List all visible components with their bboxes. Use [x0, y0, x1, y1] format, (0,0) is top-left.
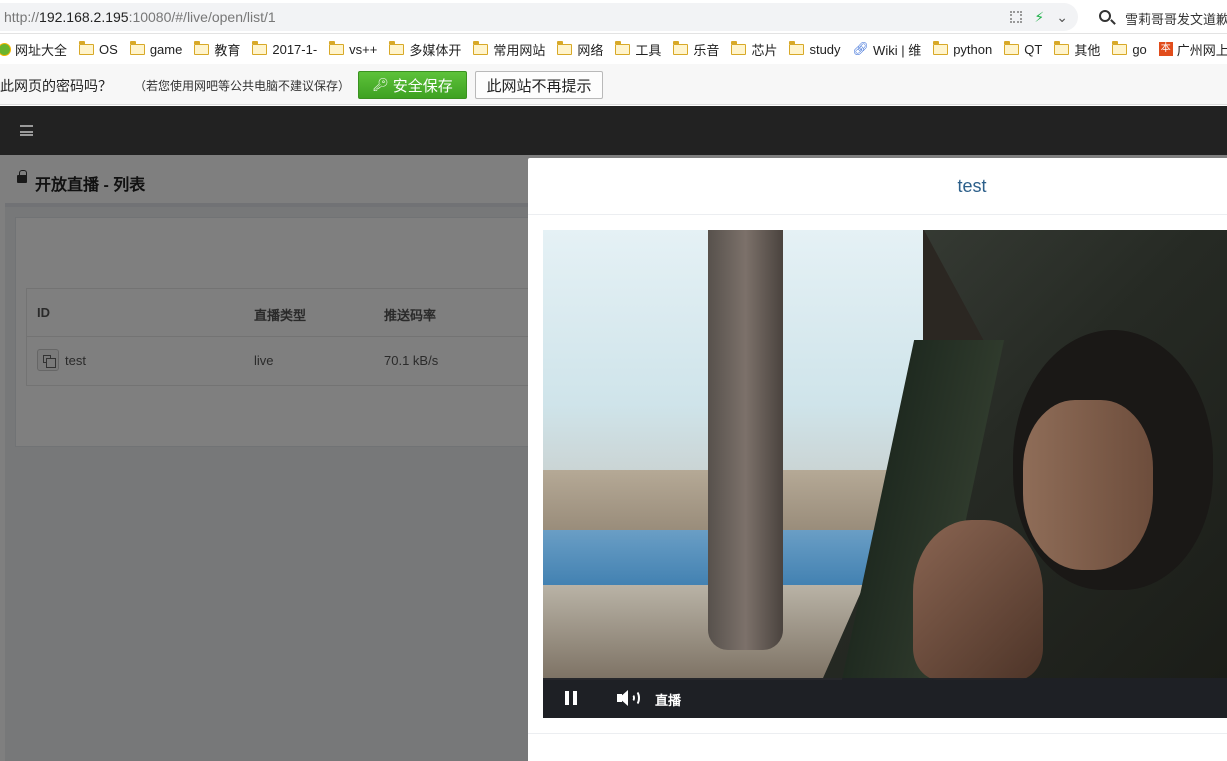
bookmark-label: 网络 — [577, 42, 604, 58]
bookmark-label: 广州网上 — [1176, 42, 1227, 58]
folder-icon — [933, 40, 949, 55]
modal-header: test — [528, 158, 1227, 215]
url-path: :10080/#/live/open/list/1 — [128, 9, 276, 25]
bookmark-label: go — [1132, 41, 1147, 57]
key-icon: 🔑︎ — [372, 77, 389, 92]
url-host: 192.168.2.195 — [39, 9, 129, 25]
bookmark-item[interactable]: 本广州网上 — [1158, 40, 1227, 59]
folder-icon — [129, 40, 145, 55]
folder-icon — [194, 40, 210, 55]
bookmark-label: 乐音 — [693, 42, 720, 58]
folder-icon — [1004, 40, 1020, 55]
bookmark-item[interactable]: 2017-1- — [252, 40, 318, 57]
gz-icon: 本 — [1158, 42, 1173, 56]
password-question: 此网页的密码吗？ — [0, 78, 112, 94]
bookmark-item[interactable]: game — [129, 40, 183, 57]
bookmark-item[interactable]: 乐音 — [673, 40, 719, 59]
bookmark-label: Wiki | 维 — [873, 42, 922, 58]
player-modal: test 直播 — [528, 158, 1227, 761]
bookmark-label: python — [953, 41, 993, 57]
bookmark-item[interactable]: 网址大全 — [0, 40, 67, 59]
bookmark-item[interactable]: study — [789, 40, 841, 57]
menu-icon[interactable] — [20, 125, 33, 136]
never-prompt-button[interactable]: 此网站不再提示 — [475, 71, 603, 99]
bookmark-item[interactable]: 常用网站 — [473, 40, 545, 59]
safe-save-label: 安全保存 — [392, 77, 453, 95]
modal-footer-divider — [528, 733, 1227, 734]
bookmark-label: study — [809, 41, 841, 57]
search-text[interactable]: 雪莉哥哥发文道歉 — [1125, 9, 1227, 28]
bookmark-label: 教育 — [214, 42, 241, 58]
bookmark-label: 芯片 — [751, 42, 778, 58]
bookmark-label: 2017-1- — [272, 41, 318, 57]
bookmark-label: OS — [99, 41, 118, 57]
video-person-face — [1023, 400, 1153, 570]
folder-icon — [731, 40, 747, 55]
bookmark-item[interactable]: 工具 — [615, 40, 661, 59]
volume-wave-outer — [630, 690, 640, 706]
speed-mode-icon[interactable]: ⚡ — [1034, 9, 1044, 25]
safe-save-button[interactable]: 🔑︎ 安全保存 — [358, 71, 467, 99]
folder-icon — [1112, 40, 1128, 55]
url-text[interactable]: http://192.168.2.195:10080/#/live/open/l… — [4, 9, 276, 25]
qr-code-icon[interactable] — [1010, 11, 1023, 23]
video-tree-trunk — [708, 230, 783, 650]
search-icon[interactable] — [1099, 10, 1111, 22]
folder-icon — [329, 40, 345, 55]
bookmark-label: 多媒体开 — [409, 42, 462, 58]
folder-icon — [1054, 40, 1070, 55]
bookmark-label: game — [149, 41, 183, 57]
folder-icon — [557, 40, 573, 55]
live-label: 直播 — [655, 693, 682, 708]
bookmark-label: 常用网站 — [493, 42, 546, 58]
folder-icon — [79, 40, 95, 55]
folder-icon — [789, 40, 805, 55]
pause-icon[interactable] — [565, 691, 577, 705]
browser-address-row: http://192.168.2.195:10080/#/live/open/l… — [0, 0, 1227, 34]
bookmark-item[interactable]: QT — [1004, 40, 1043, 57]
address-bar-icons: ⚡ ⌄ — [1010, 9, 1068, 25]
video-frame[interactable] — [543, 230, 1227, 680]
bookmark-item[interactable]: 多媒体开 — [389, 40, 461, 59]
globe-icon — [0, 42, 11, 56]
bookmark-label: vs++ — [349, 41, 378, 57]
search-box[interactable]: 雪莉哥哥发文道歉 — [1093, 3, 1227, 31]
password-save-bar: 此网页的密码吗？ （若您使用网吧等公共电脑不建议保存） 🔑︎ 安全保存 此网站不… — [0, 64, 1227, 105]
bookmark-item[interactable]: vs++ — [329, 40, 378, 57]
video-player[interactable]: 直播 — [543, 230, 1227, 718]
password-hint: （若您使用网吧等公共电脑不建议保存） — [134, 79, 351, 93]
modal-title: test — [957, 176, 987, 196]
bookmark-item[interactable]: OS — [79, 40, 118, 57]
video-person-hand — [913, 520, 1043, 680]
bookmark-item[interactable]: 芯片 — [731, 40, 777, 59]
url-prefix: http:// — [4, 9, 40, 25]
bookmarks-bar: 网址大全 OS game 教育 2017-1- vs++ 多媒体开 常用网站 网络 工具 乐音 芯片 s… — [0, 35, 1227, 63]
bookmark-label: QT — [1024, 41, 1043, 57]
folder-icon — [389, 40, 405, 55]
app-top-nav — [0, 106, 1227, 155]
bookmark-item[interactable]: python — [933, 40, 993, 57]
bookmark-item[interactable]: 🔗︎ Wiki | 维 — [853, 40, 922, 59]
link-icon: 🔗︎ — [852, 41, 870, 56]
folder-icon — [473, 40, 489, 55]
player-controls: 直播 — [543, 678, 1227, 718]
bookmark-label: 网址大全 — [15, 42, 68, 58]
bookmark-item[interactable]: 教育 — [194, 40, 240, 59]
folder-icon — [615, 40, 631, 55]
never-prompt-label: 此网站不再提示 — [486, 77, 592, 95]
folder-icon — [252, 40, 268, 55]
bookmark-label: 工具 — [635, 42, 662, 58]
bookmark-label: 其他 — [1074, 42, 1101, 58]
chevron-down-icon[interactable]: ⌄ — [1056, 9, 1068, 25]
folder-icon — [673, 40, 689, 55]
bookmark-item[interactable]: 网络 — [557, 40, 603, 59]
address-bar[interactable]: http://192.168.2.195:10080/#/live/open/l… — [0, 3, 1078, 31]
bookmark-item[interactable]: 其他 — [1054, 40, 1100, 59]
bookmark-item[interactable]: go — [1112, 40, 1147, 57]
